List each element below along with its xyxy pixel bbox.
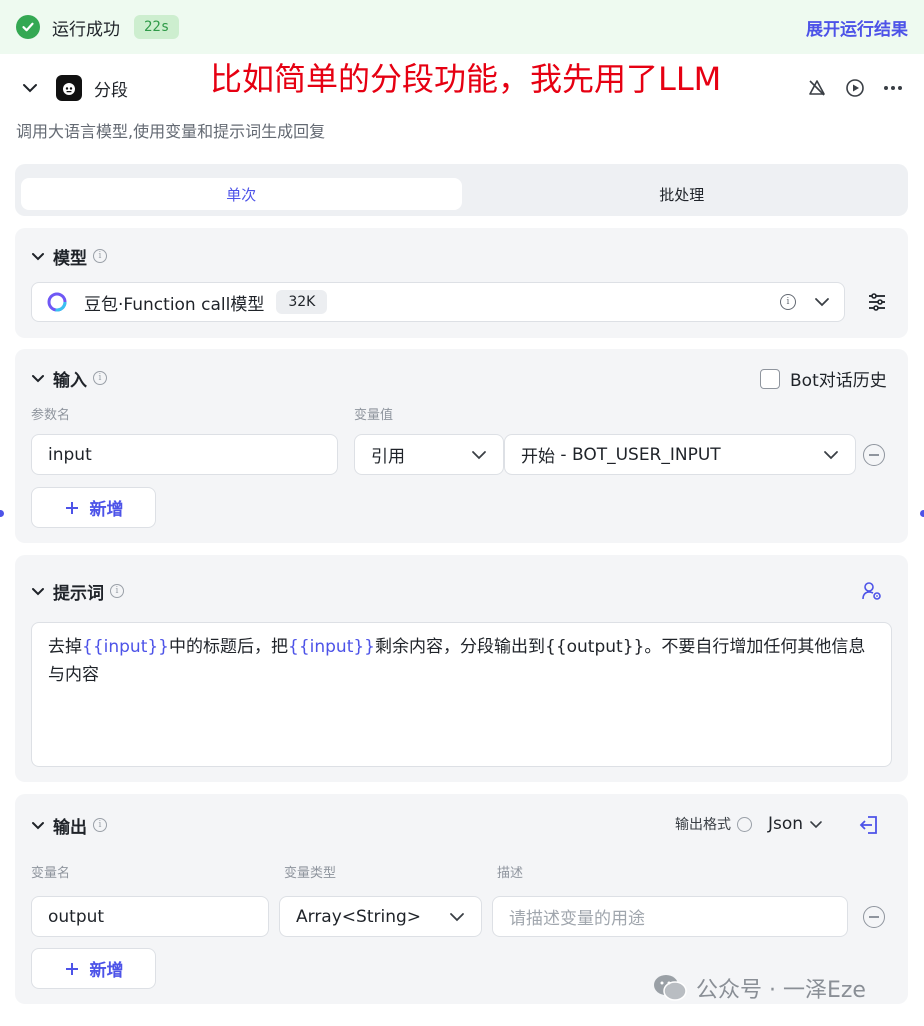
param-name-value: input — [48, 444, 92, 465]
prompt-text-2: 中的标题后，把 — [169, 637, 288, 657]
header-actions — [806, 77, 904, 99]
ref-type-value: 引用 — [371, 447, 405, 467]
ref-separator: - — [555, 444, 572, 465]
run-mode-tabs: 单次 批处理 — [15, 164, 908, 216]
add-input-button[interactable]: 新增 — [31, 487, 156, 528]
prompt-text-1: 去掉 — [48, 637, 82, 657]
output-format-value[interactable]: Json — [768, 814, 803, 834]
ref-type-select[interactable]: 引用 — [354, 434, 504, 475]
output-format-label: 输出格式 — [675, 817, 731, 833]
section-title: 模型 — [53, 248, 87, 269]
run-status-text: 运行成功 — [52, 19, 120, 40]
add-output-button[interactable]: 新增 — [31, 948, 156, 989]
add-output-label: 新增 — [89, 961, 124, 981]
col-description: 描述 — [497, 866, 524, 881]
section-title: 提示词 — [53, 583, 104, 604]
input-section: 输入 i Bot对话历史 参数名 变量值 input 引用 开始 - BOT_U… — [15, 349, 908, 543]
output-var-type-select[interactable]: Array<String> — [279, 896, 482, 937]
chevron-down-icon[interactable] — [449, 912, 465, 922]
chevron-down-icon[interactable] — [823, 450, 839, 460]
plus-icon — [65, 501, 78, 514]
left-port[interactable] — [0, 510, 4, 517]
input-section-header[interactable]: 输入 i — [31, 366, 107, 391]
tab-batch[interactable]: 批处理 — [462, 178, 903, 210]
prompt-section-header[interactable]: 提示词 i — [31, 579, 124, 604]
ref-source: 开始 — [521, 447, 555, 467]
add-input-label: 新增 — [89, 500, 124, 520]
output-format[interactable]: 输出格式 Json — [675, 814, 823, 834]
node-title[interactable]: 分段 — [94, 76, 128, 101]
info-icon[interactable] — [737, 816, 752, 832]
chevron-down-icon[interactable] — [31, 252, 45, 261]
node-description: 调用大语言模型,使用变量和提示词生成回复 — [16, 122, 326, 141]
param-name-label: 参数名 — [31, 408, 71, 423]
watermark-text: 公众号 · 一泽Eze — [696, 978, 866, 1003]
tab-single[interactable]: 单次 — [21, 178, 462, 210]
check-circle-icon — [16, 15, 40, 39]
watermark: 公众号 · 一泽Eze — [652, 972, 866, 1004]
robot-icon — [56, 75, 82, 101]
chevron-down-icon[interactable] — [20, 78, 40, 98]
param-name-input[interactable]: input — [31, 434, 338, 475]
col-var-name: 变量名 — [31, 866, 71, 881]
context-badge: 32K — [276, 290, 328, 314]
right-port[interactable] — [920, 510, 924, 517]
minus-circle-icon[interactable] — [863, 906, 885, 928]
chevron-down-icon[interactable] — [31, 587, 45, 596]
chevron-down-icon[interactable] — [31, 374, 45, 383]
more-icon[interactable] — [882, 77, 904, 99]
checkbox-box[interactable] — [760, 368, 780, 389]
chevron-down-icon[interactable] — [31, 821, 45, 830]
output-section-header[interactable]: 输出 i — [31, 813, 107, 838]
model-logo-icon — [46, 291, 68, 313]
info-icon[interactable]: i — [110, 584, 124, 598]
info-icon[interactable]: i — [93, 249, 107, 263]
section-title: 输入 — [53, 370, 87, 391]
chevron-down-icon[interactable] — [809, 820, 823, 829]
output-description-input[interactable]: 请描述变量的用途 — [492, 896, 848, 937]
section-title: 输出 — [53, 817, 87, 838]
info-icon[interactable]: i — [780, 294, 796, 310]
info-icon[interactable]: i — [93, 371, 107, 385]
bot-history-label: Bot对话历史 — [790, 371, 887, 391]
prompt-editor[interactable]: 去掉{{input}}中的标题后，把{{input}}剩余内容，分段输出到{{o… — [31, 622, 892, 767]
chevron-down-icon[interactable] — [471, 450, 487, 460]
prompt-var-input-2: {{input}} — [288, 637, 375, 657]
model-name: 豆包·Function call模型 — [84, 294, 265, 315]
minus-circle-icon[interactable] — [863, 444, 885, 466]
settings-sliders-icon[interactable] — [866, 291, 888, 313]
info-icon[interactable]: i — [93, 818, 107, 832]
model-select[interactable]: 豆包·Function call模型 32K i — [31, 282, 845, 322]
var-value-label: 变量值 — [354, 408, 394, 423]
user-settings-icon[interactable] — [861, 580, 883, 602]
run-status-banner: 运行成功 22s 展开运行结果 — [0, 0, 924, 54]
expand-results-link[interactable]: 展开运行结果 — [806, 15, 908, 40]
ref-variable: BOT_USER_INPUT — [571, 444, 721, 465]
red-annotation: 比如简单的分段功能，我先用了LLM — [210, 60, 722, 98]
chevron-down-icon[interactable] — [814, 297, 830, 307]
model-section: 模型 i 豆包·Function call模型 32K i — [15, 228, 908, 338]
export-icon[interactable] — [858, 814, 880, 836]
plus-icon — [65, 962, 78, 975]
col-var-type: 变量类型 — [284, 866, 337, 881]
prompt-section: 提示词 i 去掉{{input}}中的标题后，把{{input}}剩余内容，分段… — [15, 555, 908, 782]
ref-variable-select[interactable]: 开始 - BOT_USER_INPUT — [504, 434, 856, 475]
model-section-header[interactable]: 模型 i — [31, 244, 107, 269]
output-var-name: output — [48, 906, 105, 927]
output-var-type: Array<String> — [296, 906, 422, 927]
bot-history-checkbox[interactable]: Bot对话历史 — [760, 366, 887, 391]
play-icon[interactable] — [844, 77, 866, 99]
wechat-icon — [654, 975, 687, 1001]
description-placeholder: 请描述变量的用途 — [509, 909, 645, 929]
output-var-name-input[interactable]: output — [31, 896, 269, 937]
run-duration-badge: 22s — [134, 15, 180, 39]
bell-off-icon[interactable] — [806, 77, 828, 99]
prompt-var-input-1: {{input}} — [82, 637, 169, 657]
